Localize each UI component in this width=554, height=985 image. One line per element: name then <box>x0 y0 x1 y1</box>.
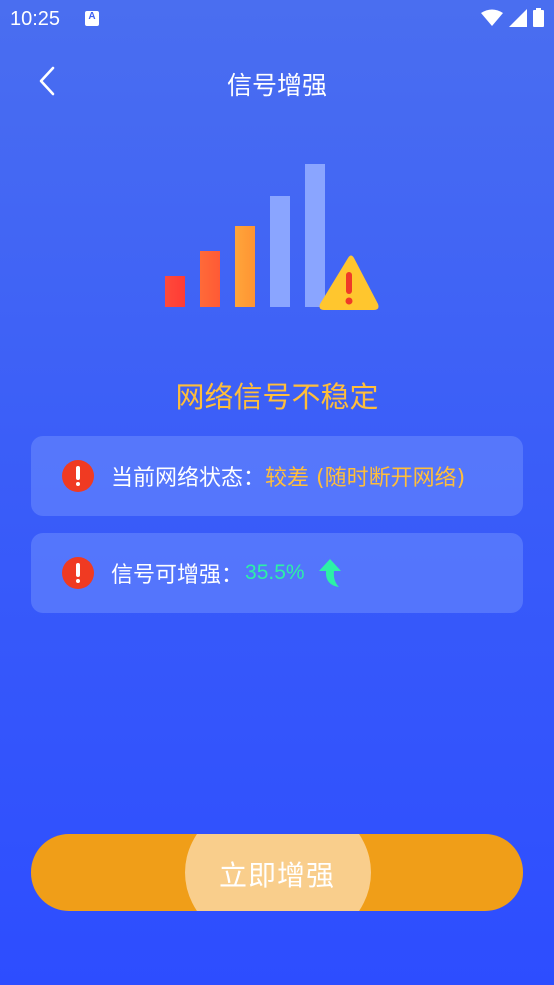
nav-bar: 信号增强 <box>0 58 554 104</box>
notification-a-icon: A <box>85 11 99 26</box>
status-headline: 网络信号不稳定 <box>175 380 379 414</box>
network-status-value: 较差 (随时断开网络) <box>265 466 466 491</box>
signal-bar-2 <box>200 251 220 307</box>
boost-now-label: 立即增强 <box>218 859 335 892</box>
page-title: 信号增强 <box>226 71 327 100</box>
signal-boost-label: 信号可增强： <box>111 563 244 588</box>
network-status-card: 当前网络状态： 较差 (随时断开网络) <box>31 436 523 516</box>
alert-circle-icon <box>62 460 94 492</box>
arrow-up-icon <box>318 559 341 587</box>
alert-circle-icon <box>62 557 94 589</box>
signal-bar-1 <box>165 276 185 307</box>
warning-triangle-icon <box>319 255 379 310</box>
network-status-label: 当前网络状态： <box>111 466 266 491</box>
status-icons <box>481 8 544 27</box>
cellular-icon <box>509 8 527 27</box>
signal-bar-4 <box>270 196 290 307</box>
signal-bar-3 <box>235 226 255 307</box>
status-bar: 10:25 A <box>0 0 554 40</box>
signal-boost-card: 信号可增强： 35.5% <box>31 533 523 613</box>
boost-now-button[interactable]: 立即增强 <box>31 834 523 911</box>
wifi-icon <box>481 9 503 26</box>
status-time: 10:25 <box>10 8 61 30</box>
signal-boost-value: 35.5% <box>245 561 305 584</box>
signal-bar-5 <box>305 164 325 307</box>
battery-icon <box>533 8 544 27</box>
signal-bars-icon <box>165 164 379 310</box>
